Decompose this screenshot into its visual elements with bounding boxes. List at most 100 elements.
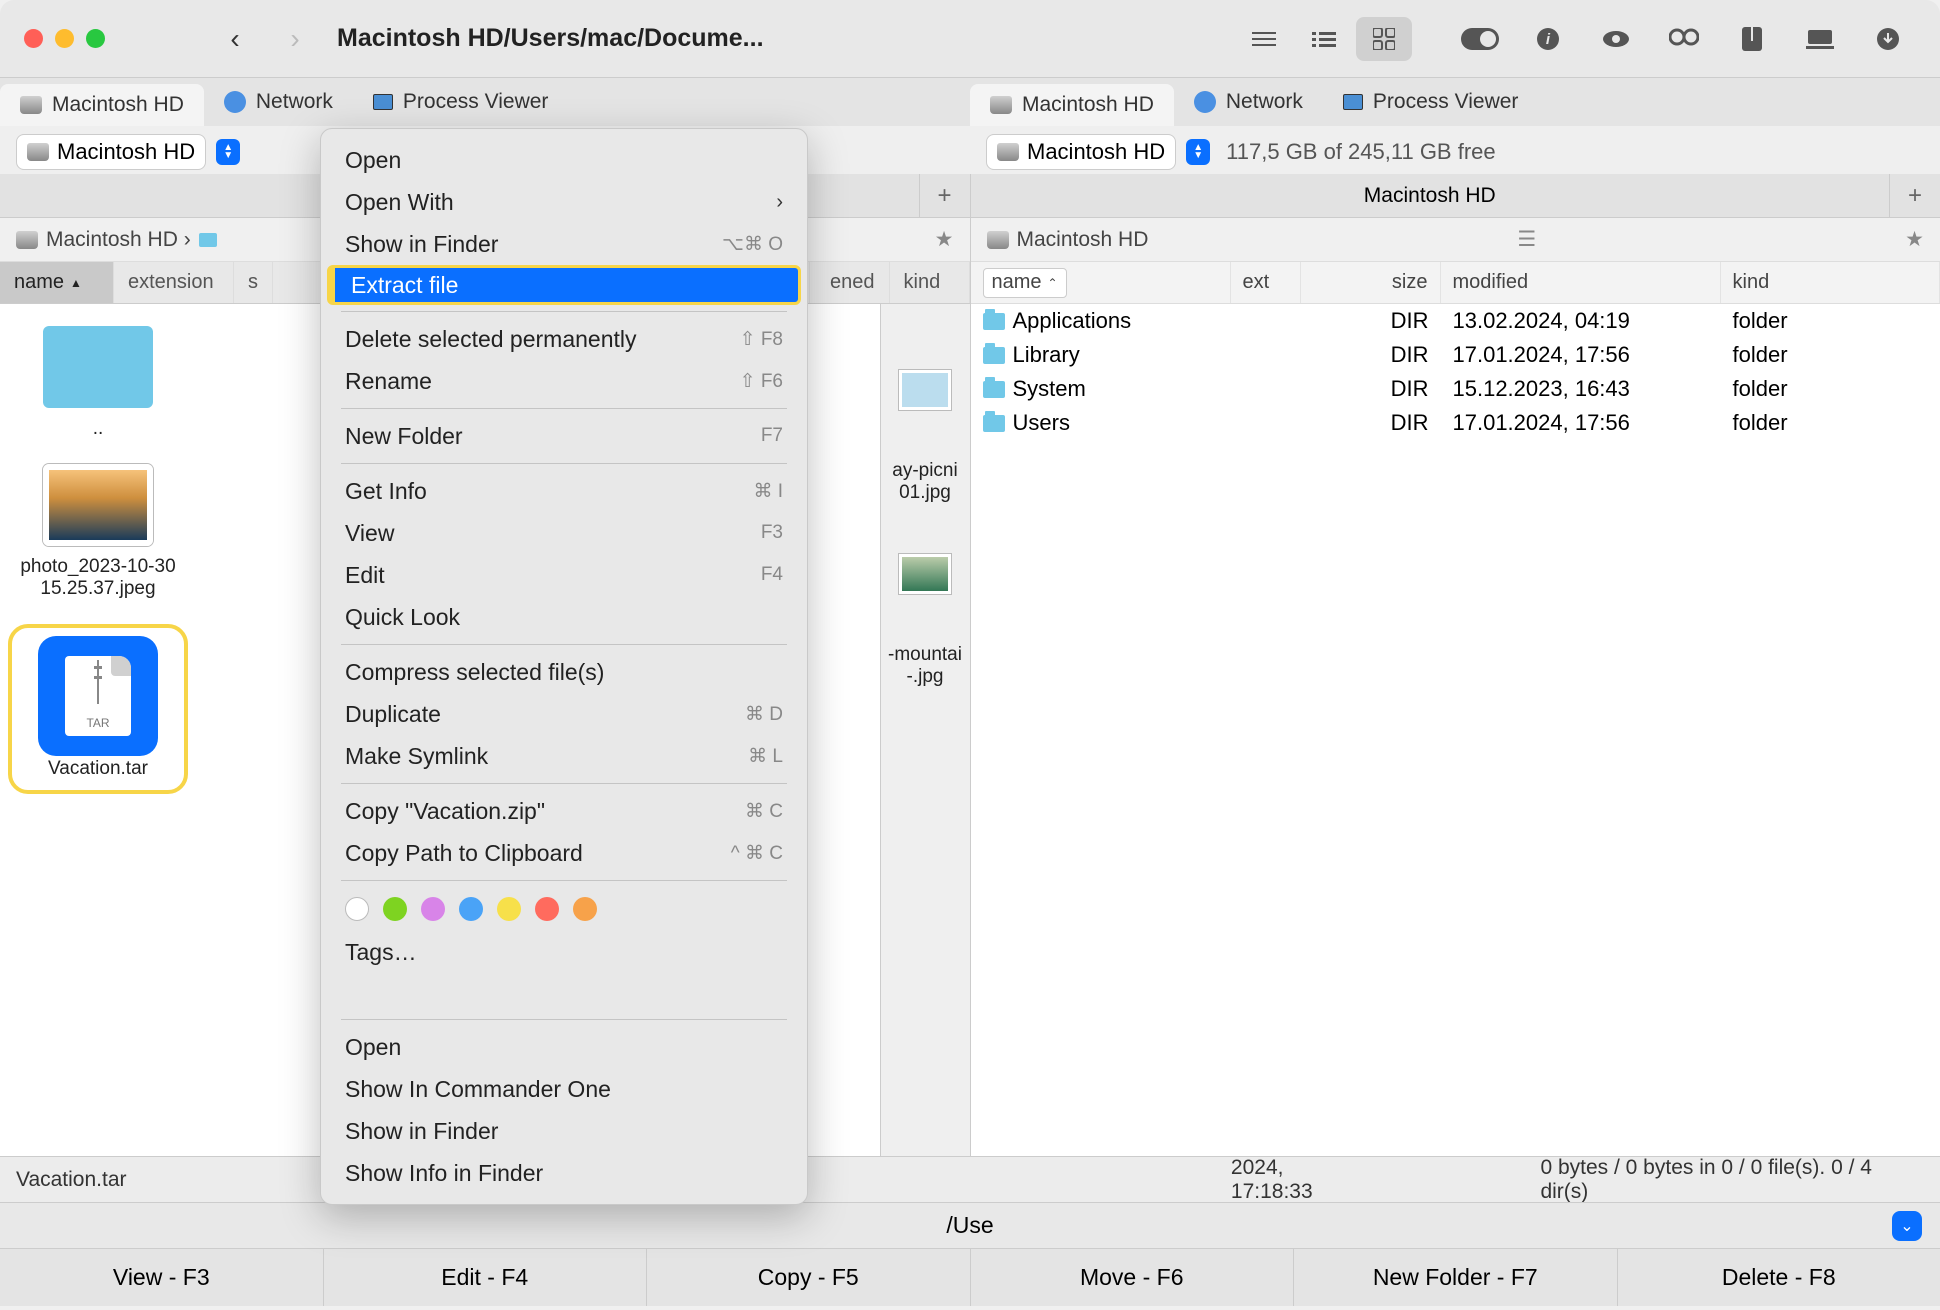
footer-delete-button[interactable]: Delete - F8 [1618,1249,1940,1306]
footer-newfolder-button[interactable]: New Folder - F7 [1294,1249,1618,1306]
header-opened[interactable]: ened [810,262,890,303]
header-kind[interactable]: kind [890,262,970,303]
preview-thumbnail[interactable] [899,554,951,594]
drive-selector-left[interactable]: Macintosh HD [16,134,206,170]
right-breadcrumb[interactable]: Macintosh HD ☰ ★ [971,218,1940,262]
close-window-button[interactable] [24,29,43,48]
add-tab-button[interactable]: + [920,174,970,217]
search-button[interactable] [1656,17,1712,61]
download-button[interactable] [1860,17,1916,61]
parent-folder-item[interactable]: .. [8,326,188,440]
menu-make-symlink[interactable]: Make Symlink⌘ L [321,735,807,777]
footer-function-bar: View - F3 Edit - F4 Copy - F5 Move - F6 … [0,1248,1940,1306]
right-column-headers: name⌃ ext size modified kind [971,262,1940,304]
icon-view-button[interactable] [1356,17,1412,61]
tab-label: Process Viewer [403,90,549,114]
menu-show-info-finder[interactable]: Show Info in Finder [321,1152,807,1194]
table-row[interactable]: LibraryDIR17.01.2024, 17:56folder [971,338,1940,372]
menu-extract-file[interactable]: Extract file [327,265,801,305]
menu-tags[interactable]: Tags… [321,931,807,973]
tab-right-macintosh-hd[interactable]: Macintosh HD [970,84,1174,126]
zoom-window-button[interactable] [86,29,105,48]
window-controls [24,29,105,48]
preview-button[interactable] [1588,17,1644,61]
menu-open[interactable]: Open [321,139,807,181]
info-button[interactable]: i [1520,17,1576,61]
header-size[interactable]: size [1301,262,1441,303]
header-size[interactable]: s [234,262,273,303]
table-row[interactable]: SystemDIR15.12.2023, 16:43folder [971,372,1940,406]
tab-left-process-viewer[interactable]: Process Viewer [353,78,569,126]
menu-rename[interactable]: Rename⇧ F6 [321,360,807,402]
folder-tab[interactable]: Macintosh HD [971,174,1891,217]
menu-show-in-finder-2[interactable]: Show in Finder [321,1110,807,1152]
file-item-vacation-tar[interactable]: TAR Vacation.tar [8,624,188,794]
menu-show-commander-one[interactable]: Show In Commander One [321,1068,807,1110]
menu-view[interactable]: ViewF3 [321,512,807,554]
menu-copy-zip[interactable]: Copy "Vacation.zip"⌘ C [321,790,807,832]
tab-left-network[interactable]: Network [204,78,353,126]
tag-color-dot[interactable] [497,897,521,921]
tab-right-network[interactable]: Network [1174,78,1323,126]
menu-get-info[interactable]: Get Info⌘ I [321,470,807,512]
drive-dropdown-button[interactable]: ▲▼ [216,139,240,165]
breadcrumb-text: Macintosh HD [1017,228,1149,252]
header-modified[interactable]: modified [1441,262,1721,303]
tab-left-macintosh-hd[interactable]: Macintosh HD [0,84,204,126]
path-dropdown-button[interactable]: ⌄ [1892,1211,1922,1241]
footer-edit-button[interactable]: Edit - F4 [324,1249,648,1306]
footer-view-button[interactable]: View - F3 [0,1249,324,1306]
path-text[interactable]: /Use [946,1212,993,1239]
menu-edit[interactable]: EditF4 [321,554,807,596]
list-toggle-icon[interactable]: ☰ [1517,227,1536,252]
menu-show-in-finder[interactable]: Show in Finder⌥⌘ O [321,223,807,265]
header-name[interactable]: name⌃ [971,262,1231,303]
tag-color-dot[interactable] [383,897,407,921]
header-ext[interactable]: ext [1231,262,1301,303]
window-title: Macintosh HD/Users/mac/Docume... [337,24,764,53]
header-kind[interactable]: kind [1721,262,1940,303]
disk-icon [27,143,49,161]
add-tab-button[interactable]: + [1890,174,1940,217]
chevron-right-icon: › [776,191,783,214]
row-size: DIR [1301,342,1441,368]
menu-open-2[interactable]: Open [321,1026,807,1068]
tab-label: Macintosh HD [1022,93,1154,117]
list-detail-view-button[interactable] [1296,17,1352,61]
tag-color-dot[interactable] [573,897,597,921]
tab-right-process-viewer[interactable]: Process Viewer [1323,78,1539,126]
menu-open-with[interactable]: Open With› [321,181,807,223]
tag-color-dot[interactable] [459,897,483,921]
menu-delete-permanently[interactable]: Delete selected permanently⇧ F8 [321,318,807,360]
connect-button[interactable] [1792,17,1848,61]
list-lines-view-button[interactable] [1236,17,1292,61]
favorite-star-icon[interactable]: ★ [935,227,954,252]
drive-selector-right[interactable]: Macintosh HD [986,134,1176,170]
file-item-photo[interactable]: photo_2023-10-30 15.25.37.jpeg [8,464,188,600]
menu-compress[interactable]: Compress selected file(s) [321,651,807,693]
minimize-window-button[interactable] [55,29,74,48]
footer-move-button[interactable]: Move - F6 [971,1249,1295,1306]
header-extension[interactable]: extension [114,262,234,303]
header-name[interactable]: name▲ [0,262,114,303]
forward-button[interactable]: › [265,14,325,64]
row-name: Library [1013,342,1080,368]
table-row[interactable]: ApplicationsDIR13.02.2024, 04:19folder [971,304,1940,338]
tag-color-dot[interactable] [535,897,559,921]
back-button[interactable]: ‹ [205,14,265,64]
drive-dropdown-button[interactable]: ▲▼ [1186,139,1210,165]
hidden-files-toggle[interactable] [1452,17,1508,61]
menu-new-folder[interactable]: New FolderF7 [321,415,807,457]
preview-thumbnail[interactable] [899,370,951,410]
menu-duplicate[interactable]: Duplicate⌘ D [321,693,807,735]
footer-copy-button[interactable]: Copy - F5 [647,1249,971,1306]
menu-quick-look[interactable]: Quick Look [321,596,807,638]
archive-button[interactable] [1724,17,1780,61]
right-file-list[interactable]: ApplicationsDIR13.02.2024, 04:19folder Li… [971,304,1940,1156]
disk-icon [987,231,1009,249]
menu-copy-path[interactable]: Copy Path to Clipboard^ ⌘ C [321,832,807,874]
tag-color-dot[interactable] [421,897,445,921]
table-row[interactable]: UsersDIR17.01.2024, 17:56folder [971,406,1940,440]
tag-color-dot[interactable] [345,897,369,921]
favorite-star-icon[interactable]: ★ [1905,227,1924,252]
